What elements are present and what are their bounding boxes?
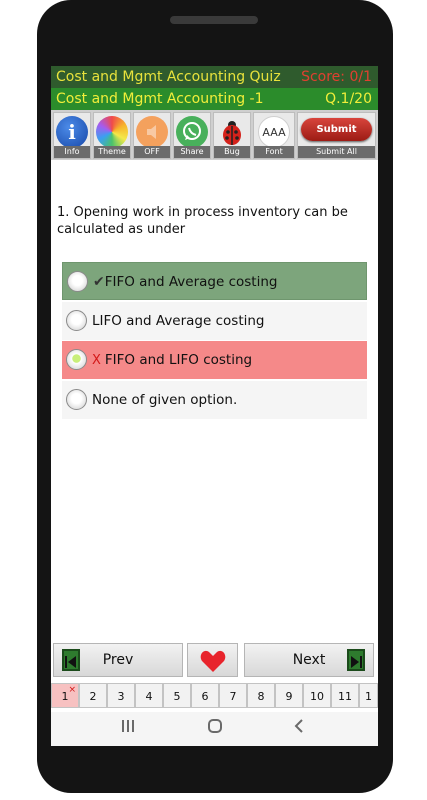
sound-off-icon — [136, 116, 168, 148]
sound-label: OFF — [134, 146, 170, 158]
option-label: None of given option. — [92, 392, 238, 408]
question-cell-number: 4 — [145, 690, 153, 703]
submit-all-button[interactable]: Submit Submit All — [297, 112, 376, 159]
question-cell-2[interactable]: 2 — [79, 683, 107, 708]
question-cell-number: 9 — [285, 690, 293, 703]
question-cell-4[interactable]: 4 — [135, 683, 163, 708]
favorite-button[interactable] — [187, 643, 238, 677]
wrong-mark-icon: × — [68, 685, 76, 695]
quiz-subtitle-bar: Cost and Mgmt Accounting -1 Q.1/20 — [51, 88, 378, 110]
quiz-subtitle: Cost and Mgmt Accounting -1 — [56, 91, 264, 107]
recent-apps-icon[interactable] — [121, 718, 135, 734]
heart-icon — [200, 650, 226, 672]
system-nav-bar — [51, 712, 378, 746]
app-screen: Cost and Mgmt Accounting Quiz Score: 0/1… — [51, 66, 378, 746]
question-cell-number: 6 — [201, 690, 209, 703]
theme-label: Theme — [94, 146, 130, 158]
question-cell-number: 1 — [61, 690, 69, 703]
question-cell-number: 7 — [229, 690, 237, 703]
sound-toggle-button[interactable]: OFF — [133, 112, 171, 159]
answer-option-1[interactable]: ✔FIFO and Average costing — [62, 262, 367, 300]
question-cell-number: 1 — [365, 690, 372, 703]
radio-button[interactable] — [66, 310, 87, 331]
question-text: 1. Opening work in process inventory can… — [57, 205, 348, 237]
quiz-title: Cost and Mgmt Accounting Quiz — [56, 69, 281, 85]
submit-pill[interactable]: Submit — [301, 118, 372, 141]
share-button[interactable]: Share — [173, 112, 211, 159]
question-cell-10[interactable]: 10 — [303, 683, 331, 708]
prev-arrow-icon — [62, 649, 80, 671]
question-cell-8[interactable]: 8 — [247, 683, 275, 708]
share-label: Share — [174, 146, 210, 158]
radio-button[interactable] — [66, 389, 87, 410]
radio-button-selected[interactable] — [66, 349, 87, 370]
question-cell-5[interactable]: 5 — [163, 683, 191, 708]
option-label: LIFO and Average costing — [92, 313, 265, 329]
option-label: FIFO and LIFO costing — [104, 352, 253, 368]
question-cell-6[interactable]: 6 — [191, 683, 219, 708]
ladybug-icon — [216, 116, 248, 148]
question-cell-number: 5 — [173, 690, 181, 703]
whatsapp-share-icon — [176, 116, 208, 148]
question-cell-number: 8 — [257, 690, 265, 703]
theme-button[interactable]: Theme — [93, 112, 131, 159]
question-cell-9[interactable]: 9 — [275, 683, 303, 708]
question-cell-number: 3 — [117, 690, 125, 703]
answer-option-3[interactable]: X FIFO and LIFO costing — [62, 341, 367, 379]
back-icon[interactable] — [293, 718, 305, 734]
theme-icon — [96, 116, 128, 148]
phone-frame: Cost and Mgmt Accounting Quiz Score: 0/1… — [37, 0, 393, 793]
question-cell-number: 11 — [338, 690, 352, 703]
question-cell-12[interactable]: 1 — [359, 683, 378, 708]
home-icon[interactable] — [207, 718, 223, 734]
answer-option-4[interactable]: None of given option. — [62, 381, 367, 419]
check-icon: ✔ — [93, 274, 105, 290]
bug-label: Bug — [214, 146, 250, 158]
font-size-icon: AAA — [258, 116, 290, 148]
wrong-mark-icon: X — [92, 353, 101, 368]
quiz-title-bar: Cost and Mgmt Accounting Quiz Score: 0/1 — [51, 66, 378, 88]
radio-button[interactable] — [67, 271, 88, 292]
font-size-button[interactable]: AAA Font — [253, 112, 295, 159]
submit-all-label: Submit All — [298, 146, 375, 158]
option-label: FIFO and Average costing — [104, 274, 278, 290]
question-cell-7[interactable]: 7 — [219, 683, 247, 708]
next-label: Next — [292, 652, 326, 668]
question-counter: Q.1/20 — [325, 91, 372, 107]
question-cell-number: 10 — [310, 690, 324, 703]
toolbar: i Info Theme OFF Share Bug AAA Font Subm… — [51, 110, 378, 160]
bug-report-button[interactable]: Bug — [213, 112, 251, 159]
question-cell-3[interactable]: 3 — [107, 683, 135, 708]
prev-button[interactable]: Prev — [53, 643, 183, 677]
question-strip: 1 × 2 3 4 5 6 7 8 9 10 11 1 — [51, 683, 378, 708]
info-icon: i — [56, 116, 88, 148]
next-arrow-icon — [347, 649, 365, 671]
answer-option-2[interactable]: LIFO and Average costing — [62, 302, 367, 340]
question-cell-1[interactable]: 1 × — [51, 683, 79, 708]
question-cell-number: 2 — [89, 690, 97, 703]
next-button[interactable]: Next — [244, 643, 374, 677]
speaker-grille — [170, 16, 258, 24]
question-cell-11[interactable]: 11 — [331, 683, 359, 708]
prev-label: Prev — [102, 652, 134, 668]
info-button[interactable]: i Info — [53, 112, 91, 159]
info-label: Info — [54, 146, 90, 158]
font-label: Font — [254, 146, 294, 158]
score-label: Score: 0/1 — [301, 69, 372, 85]
